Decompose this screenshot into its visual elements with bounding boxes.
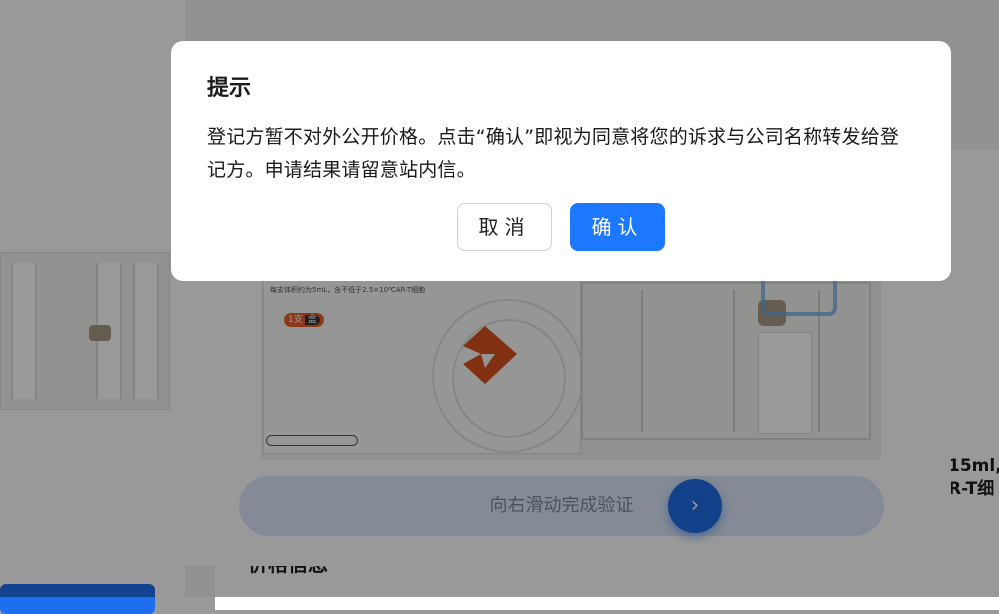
confirm-button[interactable]: 确认 [570,203,665,251]
confirm-dialog: 提示 登记方暂不对外公开价格。点击“确认”即视为同意将您的诉求与公司名称转发给登… [171,41,951,281]
dialog-message: 登记方暂不对外公开价格。点击“确认”即视为同意将您的诉求与公司名称转发给登记方。… [207,126,900,181]
cancel-button[interactable]: 取消 [457,203,552,251]
dialog-title: 提示 [207,76,252,101]
